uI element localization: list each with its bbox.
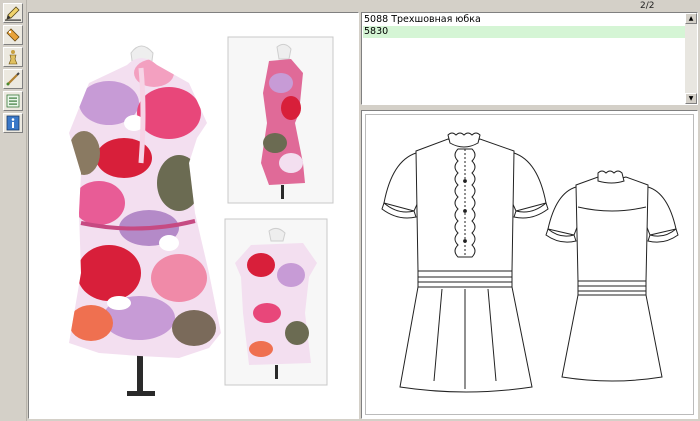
list-icon <box>6 94 20 108</box>
sketch-panel <box>361 110 698 419</box>
scroll-up-arrow-icon[interactable]: ▲ <box>685 13 697 24</box>
pencil-icon <box>5 6 21 21</box>
vertical-toolbar <box>0 0 27 421</box>
technical-sketch[interactable] <box>362 111 697 418</box>
brush-icon <box>6 72 20 86</box>
page-counter: 2/2 <box>640 1 655 11</box>
photo-panel <box>28 12 359 419</box>
main-photo[interactable] <box>29 13 358 418</box>
list-item[interactable]: 5088 Трехшовная юбка <box>363 14 686 26</box>
list-item-selected[interactable]: 5830 <box>363 26 686 38</box>
mannequin-tool-button[interactable] <box>3 47 23 67</box>
mannequin-icon <box>8 50 18 65</box>
pencil-tool-button[interactable] <box>3 3 23 23</box>
model-list: 5088 Трехшовная юбка 5830 ▲ ▼ <box>361 12 698 105</box>
side-photo[interactable] <box>227 36 334 204</box>
list-scrollbar[interactable]: ▲ ▼ <box>685 13 697 104</box>
scroll-down-arrow-icon[interactable]: ▼ <box>685 93 697 104</box>
back-photo[interactable] <box>224 218 328 386</box>
info-icon <box>6 115 20 131</box>
tag-icon <box>6 28 20 42</box>
sketch-back <box>545 170 679 382</box>
list-tool-button[interactable] <box>3 91 23 111</box>
brush-tool-button[interactable] <box>3 69 23 89</box>
info-tool-button[interactable] <box>3 113 23 133</box>
tag-tool-button[interactable] <box>3 25 23 45</box>
sketch-front <box>381 132 549 393</box>
